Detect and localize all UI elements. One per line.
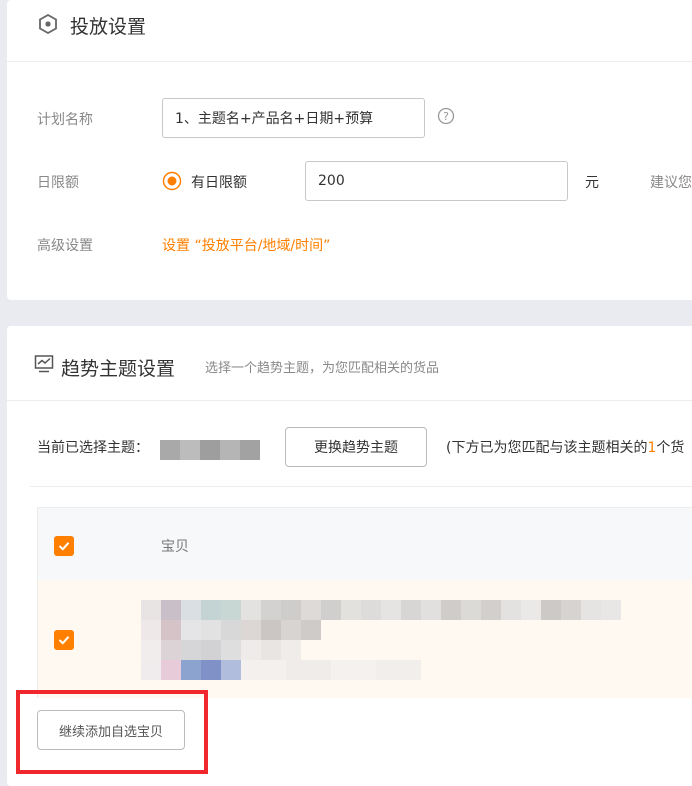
- select-all-checkbox[interactable]: [54, 536, 74, 556]
- trend-chart-icon: [33, 353, 55, 379]
- row-checkbox[interactable]: [54, 630, 74, 650]
- daily-limit-value: 200: [318, 173, 345, 189]
- blurred-product-image: [141, 600, 241, 680]
- plan-name-value: 1、主题名+产品名+日期+预算: [175, 111, 374, 127]
- suggestion-text: 建议您: [650, 175, 692, 191]
- placement-title: 投放设置: [70, 16, 147, 38]
- change-theme-button[interactable]: 更换趋势主题: [285, 427, 427, 467]
- divider: [30, 486, 692, 487]
- trend-title: 趋势主题设置: [61, 358, 176, 380]
- plan-name-input[interactable]: 1、主题名+产品名+日期+预算: [162, 98, 425, 138]
- match-note-prefix: (下方已为您匹配与该主题相关的: [446, 440, 648, 456]
- table-header: 宝贝: [38, 508, 692, 580]
- table-row: [38, 580, 692, 698]
- divider: [7, 400, 692, 401]
- blurred-product-title: [241, 600, 621, 620]
- advanced-settings-label: 高级设置: [37, 238, 93, 254]
- daily-limit-radio[interactable]: [162, 171, 182, 195]
- daily-limit-input[interactable]: 200: [305, 161, 568, 201]
- highlight-box: [16, 690, 208, 774]
- daily-limit-option-label: 有日限额: [191, 175, 247, 191]
- plan-name-label: 计划名称: [37, 112, 93, 128]
- match-note-suffix: 个货: [656, 440, 685, 456]
- match-note: (下方已为您匹配与该主题相关的1个货: [446, 437, 684, 457]
- current-theme-label: 当前已选择主题：: [37, 440, 149, 456]
- item-table: 宝贝: [37, 507, 692, 698]
- advanced-settings-link[interactable]: 设置 “投放平台/地域/时间”: [162, 235, 330, 255]
- hexagon-icon: [37, 13, 59, 39]
- daily-limit-label: 日限额: [37, 175, 79, 191]
- blurred-theme-name: [160, 440, 260, 460]
- blurred-product-price: [241, 660, 421, 680]
- table-header-item: 宝贝: [161, 539, 189, 555]
- currency-unit: 元: [585, 175, 599, 191]
- divider: [7, 61, 692, 62]
- help-icon[interactable]: ?: [437, 107, 455, 129]
- svg-text:?: ?: [443, 110, 449, 123]
- trend-subtitle: 选择一个趋势主题，为您匹配相关的货品: [205, 361, 440, 376]
- blurred-product-meta: [241, 640, 301, 660]
- blurred-product-subtitle: [241, 620, 321, 640]
- placement-settings-card: 投放设置 计划名称 1、主题名+产品名+日期+预算 ? 日限额 有日限额 200…: [7, 0, 692, 300]
